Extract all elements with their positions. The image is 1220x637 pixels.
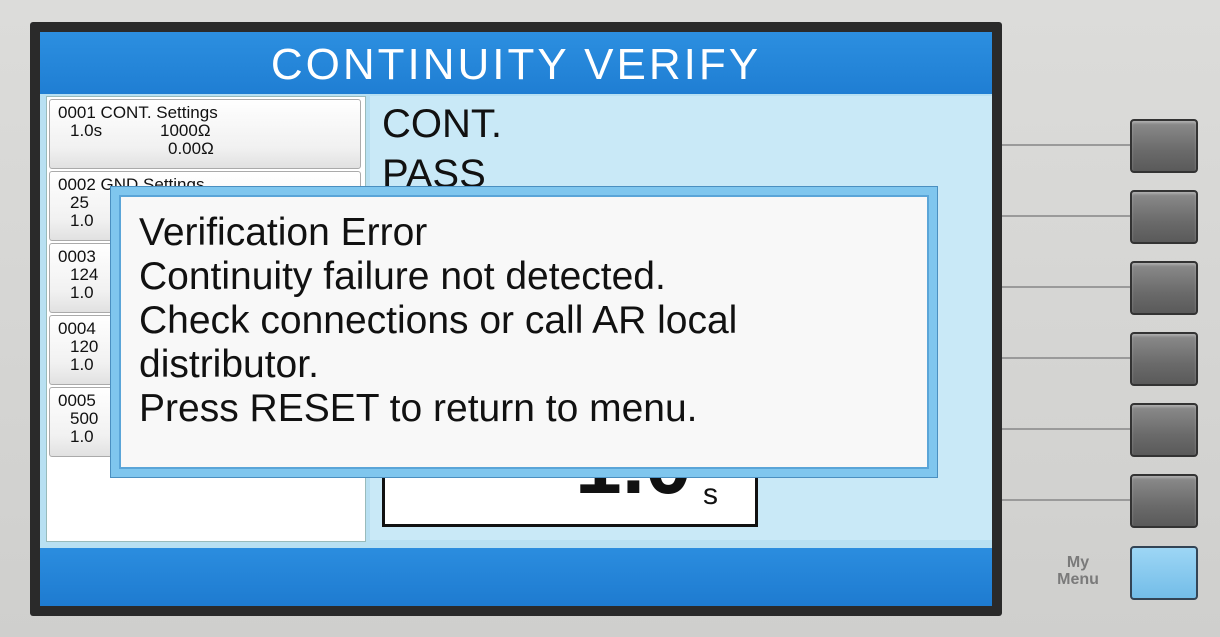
timer-unit: s [703,478,718,511]
soft-key-5[interactable] [1130,403,1198,457]
list-item[interactable]: 0001 CONT. Settings 1.0s 1000Ω 0.00Ω [49,99,361,169]
dialog-line: Continuity failure not detected. [139,255,666,298]
lcd-screen: CONTINUITY VERIFY 0001 CONT. Settings 1.… [40,32,992,606]
my-menu-label-line: My [1066,554,1090,571]
soft-key-3[interactable] [1130,261,1198,315]
dialog-line: distributor. [139,343,319,386]
verification-error-dialog: Verification Error Continuity failure no… [110,186,938,478]
soft-key-guide-line [1002,357,1130,359]
list-item-value: 124 [70,265,99,284]
my-menu-button[interactable] [1130,546,1198,600]
screen-title: CONTINUITY VERIFY [40,32,992,94]
soft-key-guide-line [1002,215,1130,217]
dialog-line: Press RESET to return to menu. [139,387,698,430]
soft-key-guide-line [1002,144,1130,146]
dialog-message: Verification Error Continuity failure no… [139,211,737,431]
soft-key-2[interactable] [1130,190,1198,244]
my-menu-label: My Menu [1048,554,1108,588]
soft-key-4[interactable] [1130,332,1198,386]
list-item-time: 1.0 [70,211,94,230]
list-item-header: 0003 [58,247,96,266]
soft-key-guide-line [1002,286,1130,288]
list-item-value: 25 [70,193,89,212]
soft-key-6[interactable] [1130,474,1198,528]
dialog-title: Verification Error [139,211,428,254]
soft-key-guide-line [1002,499,1130,501]
my-menu-label-line: Menu [1057,571,1099,588]
list-item-value: 120 [70,337,99,356]
soft-key-guide-line [1002,428,1130,430]
soft-key-1[interactable] [1130,119,1198,173]
list-item-resistance: 1000Ω [160,121,211,140]
list-item-header: 0005 [58,391,96,410]
list-item-header: 0004 [58,319,96,338]
list-item-time: 1.0 [70,355,94,374]
list-item-value: 500 [70,409,99,428]
list-item-time: 1.0 [70,427,94,446]
test-type-label: CONT. [382,102,502,146]
dialog-line: Check connections or call AR local [139,299,738,342]
list-item-header: 0001 CONT. Settings [58,103,218,122]
bottom-bar [40,548,992,606]
list-item-time: 1.0s [70,121,103,140]
dialog-body: Verification Error Continuity failure no… [119,195,929,469]
list-item-offset: 0.00Ω [168,139,214,158]
list-item-time: 1.0 [70,283,94,302]
